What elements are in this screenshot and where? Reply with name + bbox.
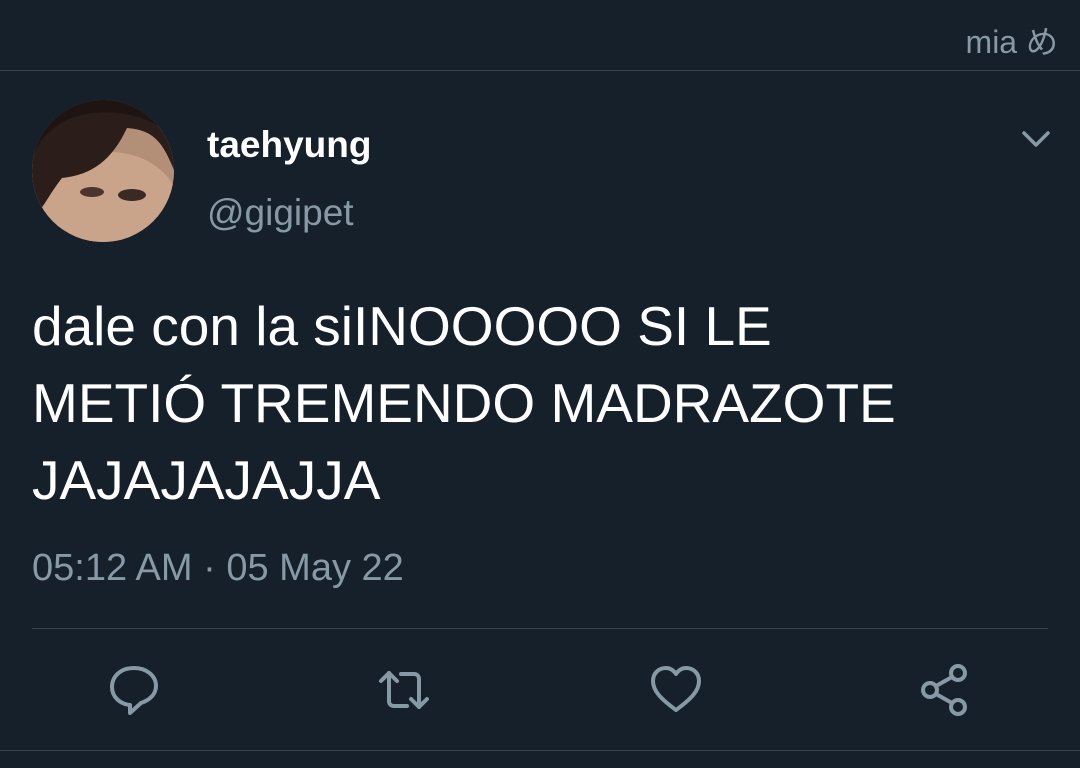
- heart-icon: [651, 666, 701, 712]
- tweet-text: dale con la siINOOOOO SI LE METIÓ TREMEN…: [32, 295, 896, 511]
- top-bar: mia め: [0, 0, 1080, 71]
- reply-button[interactable]: [107, 663, 161, 717]
- tweet-timestamp: 05:12 AM · 05 May 22: [32, 547, 404, 590]
- share-icon: [921, 664, 967, 716]
- retweet-button[interactable]: [377, 663, 431, 717]
- reply-icon: [110, 666, 158, 715]
- divider: [32, 628, 1048, 629]
- tweet-date: 05 May 22: [226, 547, 404, 589]
- tweet-screen: mia め taehyung @gigipet dale con la siIN…: [0, 0, 1080, 768]
- bottom-divider: [0, 750, 1080, 751]
- tweet-time: 05:12 AM: [32, 547, 193, 589]
- share-button[interactable]: [918, 663, 972, 717]
- account-name[interactable]: mia め: [966, 17, 1058, 63]
- meta-separator: ·: [203, 547, 216, 589]
- chevron-down-icon[interactable]: [1018, 121, 1054, 157]
- avatar-photo: [32, 100, 174, 242]
- avatar[interactable]: [32, 100, 174, 242]
- like-button[interactable]: [649, 663, 703, 717]
- author-handle[interactable]: @gigipet: [207, 192, 354, 234]
- author-name[interactable]: taehyung: [207, 124, 371, 166]
- retweet-icon: [379, 671, 429, 709]
